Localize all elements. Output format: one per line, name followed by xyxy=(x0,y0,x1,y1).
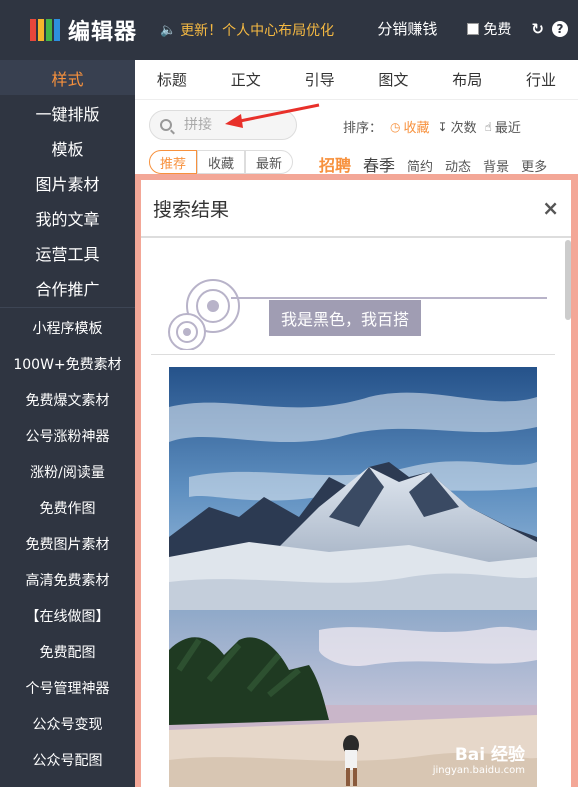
tab-4[interactable]: 布局 xyxy=(430,69,504,90)
tab-5[interactable]: 行业 xyxy=(504,69,578,90)
sidebar-promo-item-11[interactable]: 公众号变现 xyxy=(0,706,135,742)
sidebar-item-4[interactable]: 我的文章 xyxy=(0,200,135,235)
clock-icon: ◷ xyxy=(390,119,401,134)
sidebar-promo-item-12[interactable]: 公众号配图 xyxy=(0,742,135,778)
tab-3[interactable]: 图文 xyxy=(356,69,430,90)
search-row: 排序： ◷ 收藏 ↧ 次数 ☝ 最近 xyxy=(135,100,578,146)
sort-desc-icon: ↧ xyxy=(437,119,448,134)
sidebar-item-2[interactable]: 模板 xyxy=(0,130,135,165)
red-arrow-annotation-icon xyxy=(225,103,320,128)
sidebar-promo-item-7[interactable]: 高清免费素材 xyxy=(0,562,135,598)
free-checkbox[interactable] xyxy=(467,22,480,35)
mountain-photo[interactable] xyxy=(169,367,537,610)
free-label: 免费 xyxy=(483,21,512,38)
category-background[interactable]: 背景 xyxy=(483,156,509,175)
sidebar-promo-item-8[interactable]: 【在线做图】 xyxy=(0,598,135,634)
sidebar-item-0[interactable]: 样式 xyxy=(0,60,135,95)
filter-row: 推荐 收藏 最新 招聘 春季 简约 动态 背景 更多 xyxy=(135,146,578,176)
sidebar-promo-item-0[interactable]: 小程序模板 xyxy=(0,310,135,346)
sidebar-promo-item-6[interactable]: 免费图片素材 xyxy=(0,526,135,562)
tab-2[interactable]: 引导 xyxy=(283,69,357,90)
sort-label: 排序： xyxy=(343,121,383,136)
logo-title: 编辑器 xyxy=(68,20,138,45)
sidebar-promo-item-2[interactable]: 免费爆文素材 xyxy=(0,382,135,418)
sort-by-favorites[interactable]: ◷ 收藏 xyxy=(390,117,430,137)
sort-option-label: 最近 xyxy=(494,121,521,136)
category-simple[interactable]: 简约 xyxy=(407,156,433,175)
top-bar: 编辑器 🔈 更新！个人中心布局优化 分销赚钱 免费 ↻ ? xyxy=(0,0,578,60)
logo[interactable]: 编辑器 xyxy=(30,14,137,46)
concentric-rings-icon xyxy=(168,279,240,350)
category-tags: 招聘 春季 简约 动态 背景 更多 xyxy=(319,152,559,176)
filter-recommended[interactable]: 推荐 xyxy=(149,150,198,174)
template-title-style[interactable]: 我是黑色，我百搭 xyxy=(151,260,555,355)
search-results-panel: 搜索结果 × 我是黑色，我百搭 Bai 经验 jingyan.baidu.com xyxy=(141,180,571,787)
watermark-url: jingyan.baidu.com xyxy=(432,765,525,776)
template-label: 我是黑色，我百搭 xyxy=(269,300,422,336)
tab-1[interactable]: 正文 xyxy=(209,69,283,90)
sidebar-divider xyxy=(0,307,135,308)
filter-latest[interactable]: 最新 xyxy=(245,150,294,174)
sort-option-label: 次数 xyxy=(450,121,477,136)
mountain-image xyxy=(169,367,537,610)
tab-0[interactable]: 标题 xyxy=(135,69,209,90)
template-line xyxy=(231,297,547,299)
sort-by-recent[interactable]: ☝ 最近 xyxy=(484,117,521,137)
style-category-tabs: 标题 正文 引导 图文 布局 行业 xyxy=(135,60,578,100)
sort-by-count[interactable]: ↧ 次数 xyxy=(437,117,477,137)
sidebar-promo-item-10[interactable]: 个号管理神器 xyxy=(0,670,135,706)
sidebar-promo-item-4[interactable]: 涨粉/阅读量 xyxy=(0,454,135,490)
update-notice[interactable]: 🔈 更新！个人中心布局优化 xyxy=(160,20,334,40)
category-recruit[interactable]: 招聘 xyxy=(319,152,351,176)
sort-option-label: 收藏 xyxy=(403,121,430,136)
category-more[interactable]: 更多 xyxy=(521,156,547,175)
sidebar-promo-item-13[interactable]: 病毒裂变加粉 xyxy=(0,778,135,787)
sort-bar: 排序： ◷ 收藏 ↧ 次数 ☝ 最近 xyxy=(343,117,529,137)
sidebar-item-1[interactable]: 一键排版 xyxy=(0,95,135,130)
sidebar-promo-item-5[interactable]: 免费作图 xyxy=(0,490,135,526)
filter-buttons: 推荐 收藏 最新 xyxy=(149,150,294,174)
speaker-icon: 🔈 xyxy=(160,22,177,38)
category-dynamic[interactable]: 动态 xyxy=(445,156,471,175)
distribution-link[interactable]: 分销赚钱 xyxy=(377,18,437,39)
refresh-icon[interactable]: ↻ xyxy=(531,20,544,38)
filter-favorites[interactable]: 收藏 xyxy=(197,150,246,174)
sidebar-promo-item-1[interactable]: 100W+免费素材 xyxy=(0,346,135,382)
pointer-icon: ☝ xyxy=(484,119,492,134)
panel-title: 搜索结果 xyxy=(153,198,230,221)
top-right-controls: 分销赚钱 免费 ↻ ? xyxy=(377,18,568,39)
sidebar-promo-item-3[interactable]: 公号涨粉神器 xyxy=(0,418,135,454)
sidebar-item-6[interactable]: 合作推广 xyxy=(0,270,135,305)
search-icon xyxy=(160,119,172,131)
watermark: Bai 经验 jingyan.baidu.com xyxy=(433,740,525,776)
notice-text: 更新！个人中心布局优化 xyxy=(180,23,335,39)
sidebar: 样式 一键排版 模板 图片素材 我的文章 运营工具 合作推广 小程序模板 100W+免费素材免… xyxy=(0,60,135,787)
sidebar-item-3[interactable]: 图片素材 xyxy=(0,165,135,200)
watermark-brand: Bai 经验 xyxy=(454,745,525,765)
sidebar-promo-item-9[interactable]: 免费配图 xyxy=(0,634,135,670)
beach-photo[interactable]: Bai 经验 jingyan.baidu.com xyxy=(169,610,537,787)
panel-header: 搜索结果 × xyxy=(141,180,571,238)
category-spring[interactable]: 春季 xyxy=(363,152,395,176)
results-list: 我是黑色，我百搭 Bai 经验 jingyan.baidu.com xyxy=(141,240,571,787)
close-icon[interactable]: × xyxy=(542,196,559,220)
sidebar-item-5[interactable]: 运营工具 xyxy=(0,235,135,270)
help-icon[interactable]: ? xyxy=(552,20,568,37)
logo-mark-icon xyxy=(30,17,62,43)
